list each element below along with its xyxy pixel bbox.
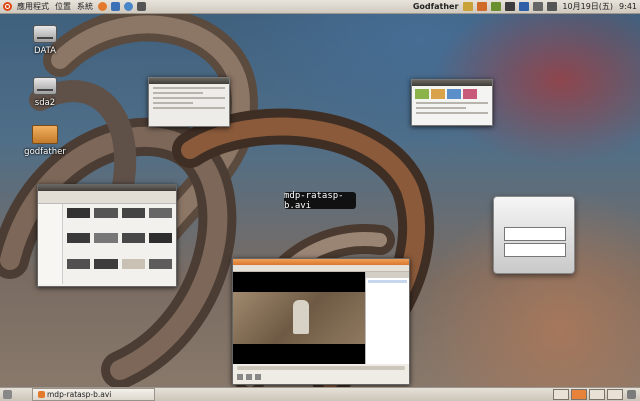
taskbar-item-video-player[interactable]: mdp-ratasp-b.avi bbox=[32, 388, 155, 401]
show-desktop-icon[interactable] bbox=[3, 390, 12, 399]
window-titlebar bbox=[149, 78, 229, 84]
file-thumbnail[interactable] bbox=[148, 258, 172, 269]
help-icon[interactable] bbox=[124, 2, 133, 11]
media-player-icon bbox=[38, 391, 45, 398]
bottom-panel: mdp-ratasp-b.avi bbox=[0, 387, 640, 401]
toolbar bbox=[38, 191, 176, 204]
notes-icon[interactable] bbox=[491, 2, 502, 11]
file-thumbnail[interactable] bbox=[67, 258, 91, 269]
mail-icon[interactable] bbox=[111, 2, 120, 11]
network-icon[interactable] bbox=[463, 2, 474, 11]
desktop-icon-label: sda2 bbox=[34, 98, 56, 108]
taskbar-item-label: mdp-ratasp-b.avi bbox=[47, 390, 112, 399]
side-pane bbox=[38, 204, 63, 284]
seek-bar[interactable] bbox=[237, 366, 405, 370]
file-thumbnail[interactable] bbox=[67, 208, 91, 218]
drive-icon bbox=[33, 77, 57, 95]
playlist-item[interactable] bbox=[368, 280, 407, 283]
file-grid bbox=[63, 204, 176, 284]
user-name[interactable]: Godfather bbox=[410, 0, 462, 13]
keyboard-icon[interactable] bbox=[505, 2, 516, 11]
workspace-1[interactable] bbox=[553, 389, 569, 400]
play-icon[interactable] bbox=[237, 374, 243, 380]
trash-icon[interactable] bbox=[627, 390, 636, 399]
workspace-3[interactable] bbox=[589, 389, 605, 400]
file-thumbnail[interactable] bbox=[148, 233, 172, 244]
clock-time[interactable]: 9:41 bbox=[616, 0, 640, 13]
menu-places[interactable]: 位置 bbox=[52, 0, 74, 13]
ubuntu-logo-icon[interactable] bbox=[3, 2, 12, 11]
workspace-4[interactable] bbox=[607, 389, 623, 400]
file-thumbnail[interactable] bbox=[94, 233, 118, 244]
file-thumbnail[interactable] bbox=[148, 208, 172, 218]
desktop-icon-label: godfather bbox=[24, 147, 66, 157]
desktop-icon-godfather[interactable]: godfather bbox=[20, 125, 70, 157]
window-thumbnail-video-player[interactable] bbox=[232, 258, 410, 385]
stop-icon[interactable] bbox=[246, 374, 252, 380]
menubar bbox=[233, 265, 409, 272]
firefox-icon[interactable] bbox=[98, 2, 107, 11]
desktop-icon-sda2[interactable]: sda2 bbox=[20, 77, 70, 108]
file-thumbnail[interactable] bbox=[121, 208, 145, 218]
next-icon[interactable] bbox=[255, 374, 261, 380]
desktop-icon-label: DATA bbox=[34, 46, 56, 56]
screenshot-icon[interactable] bbox=[137, 2, 146, 11]
playlist-pane bbox=[365, 272, 409, 364]
window-title-tooltip: mdp-ratasp-b.avi bbox=[284, 191, 356, 211]
menu-applications[interactable]: 應用程式 bbox=[14, 0, 52, 13]
folder-icon bbox=[32, 125, 58, 144]
update-icon[interactable] bbox=[477, 2, 488, 11]
menu-system[interactable]: 系統 bbox=[74, 0, 96, 13]
mail-tray-icon[interactable] bbox=[533, 2, 544, 11]
file-thumbnail[interactable] bbox=[121, 233, 145, 244]
video-area[interactable] bbox=[233, 272, 365, 364]
file-thumbnail[interactable] bbox=[121, 258, 145, 269]
bluetooth-icon[interactable] bbox=[519, 2, 530, 11]
desktop-icon-data[interactable]: DATA bbox=[20, 25, 70, 56]
workspace-2[interactable] bbox=[571, 389, 587, 400]
window-thumbnail-file-manager[interactable] bbox=[37, 184, 177, 287]
top-panel: 應用程式 位置 系統 Godfather 10月19日(五) 9:41 bbox=[0, 0, 640, 14]
file-thumbnail[interactable] bbox=[94, 208, 118, 218]
drive-window-thumbnail[interactable] bbox=[493, 196, 575, 274]
file-thumbnail[interactable] bbox=[67, 233, 91, 244]
window-thumbnail-spreadsheet[interactable] bbox=[148, 77, 230, 127]
file-thumbnail[interactable] bbox=[94, 258, 118, 269]
window-thumbnail-browser[interactable] bbox=[411, 79, 493, 126]
window-titlebar bbox=[412, 80, 492, 86]
volume-icon[interactable] bbox=[547, 2, 558, 11]
drive-icon bbox=[33, 25, 57, 43]
clock-date[interactable]: 10月19日(五) bbox=[559, 0, 616, 13]
